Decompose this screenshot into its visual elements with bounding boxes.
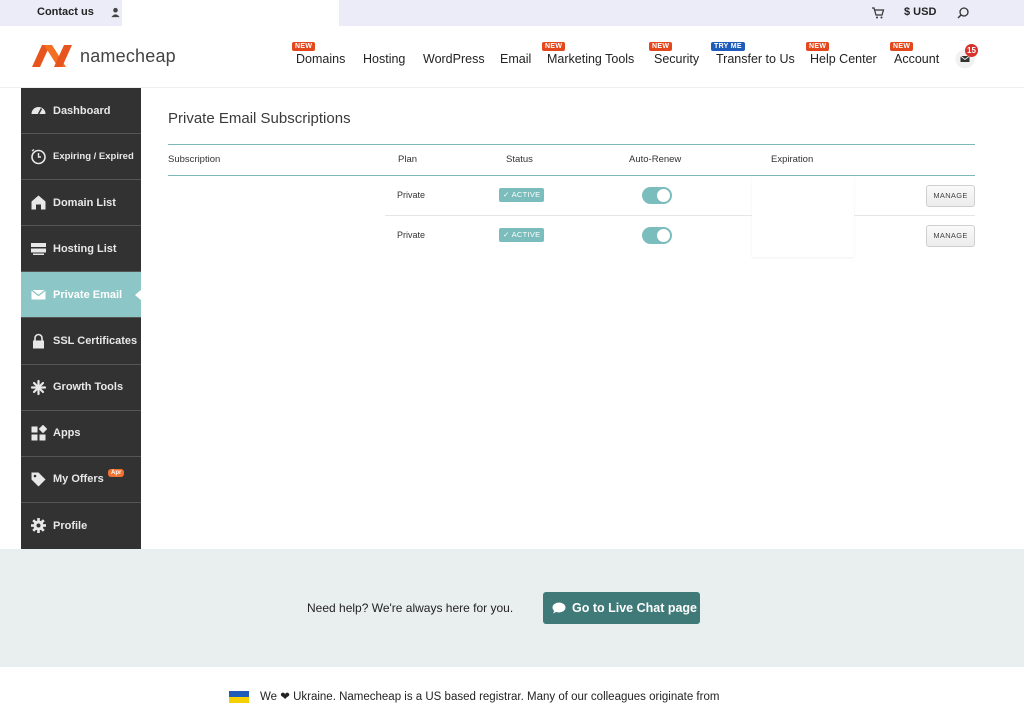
table-row: Private ✓ ACTIVE MANAGE [168,176,975,216]
manage-button[interactable]: MANAGE [926,225,975,247]
sidebar-item-apps[interactable]: Apps [21,411,141,457]
nav-help-center[interactable]: Help Center [810,52,877,66]
sidebar: Dashboard Expiring / Expired Domain List… [21,88,142,549]
nav-wordpress[interactable]: WordPress [423,52,485,66]
sidebar-item-label: SSL Certificates [53,335,138,348]
nav-email[interactable]: Email [500,52,531,66]
top-utility-bar: Contact us $ USD [0,0,1024,26]
col-expiration[interactable]: Expiration [771,154,813,165]
status-text: ACTIVE [511,190,541,199]
main-header: namecheap NEW Domains Hosting WordPress … [0,26,1024,88]
main-nav: NEW Domains Hosting WordPress Email NEW … [0,26,1024,88]
table-header: Subscription Plan Status Auto-Renew Expi… [168,144,975,176]
nav-security-badge: NEW [649,42,673,51]
auto-renew-toggle[interactable] [642,227,672,244]
sidebar-item-label: Expiring / Expired [53,151,134,163]
table-row: Private ✓ ACTIVE MANAGE [168,216,975,256]
nav-security[interactable]: Security [654,52,699,66]
sidebar-item-private-email[interactable]: Private Email [21,272,142,319]
user-icon[interactable] [110,7,121,18]
nav-transfer-badge: TRY ME [711,42,745,51]
tag-icon [31,472,46,487]
col-plan[interactable]: Plan [398,154,417,165]
house-icon [31,195,46,210]
help-text: Need help? We're always here for you. [307,601,514,615]
offers-badge: Apr [108,468,125,477]
sidebar-item-profile[interactable]: Profile [21,503,141,549]
nav-account[interactable]: Account [894,52,939,66]
footer: We ❤ Ukraine. Namecheap is a US based re… [0,667,1024,703]
server-icon [31,243,46,256]
live-chat-button[interactable]: Go to Live Chat page [543,592,700,624]
mail-count-badge: 15 [965,44,978,57]
currency-selector[interactable]: $ USD [904,6,936,18]
live-chat-label: Go to Live Chat page [572,601,698,615]
contact-us-link[interactable]: Contact us [37,6,94,18]
auto-renew-toggle[interactable] [642,187,672,204]
sidebar-item-label: Hosting List [53,242,117,255]
status-text: ACTIVE [511,230,541,239]
nav-transfer-to-us[interactable]: Transfer to Us [716,52,795,66]
nav-domains-badge: NEW [292,42,316,51]
footer-text: We ❤ Ukraine. Namecheap is a US based re… [260,691,720,703]
nav-marketing-tools[interactable]: Marketing Tools [547,52,634,66]
nav-help-center-badge: NEW [806,42,830,51]
sidebar-item-label: Dashboard [53,104,111,117]
col-auto-renew[interactable]: Auto-Renew [629,154,681,165]
clock-icon [31,149,46,165]
sidebar-item-domain-list[interactable]: Domain List [21,180,141,227]
sidebar-item-label: Private Email [53,288,123,301]
account-search-slot[interactable] [122,0,339,26]
ukraine-flag-icon [229,691,249,703]
cart-icon[interactable] [871,6,885,20]
sidebar-item-expiring[interactable]: Expiring / Expired [21,134,141,181]
sidebar-item-label: My Offers [53,473,104,486]
row-plan: Private [397,190,426,200]
nav-marketing-badge: NEW [542,42,566,51]
sidebar-item-dashboard[interactable]: Dashboard [21,88,141,135]
gauge-icon [31,107,46,115]
row-plan: Private [397,230,426,240]
help-strip: Need help? We're always here for you. Go… [0,549,1024,667]
nav-account-badge: NEW [890,42,914,51]
gear-icon [31,518,46,534]
search-icon[interactable] [956,6,970,20]
nav-domains[interactable]: Domains [296,52,345,66]
sidebar-item-my-offers[interactable]: My Offers Apr [21,457,141,503]
chat-bubble-icon [552,602,566,614]
sidebar-item-label: Growth Tools [53,381,124,394]
lock-icon [33,333,44,349]
nav-hosting[interactable]: Hosting [363,52,405,66]
sparkle-icon [30,379,47,395]
subscriptions-table: Subscription Plan Status Auto-Renew Expi… [168,144,975,257]
status-badge: ✓ ACTIVE [499,228,545,242]
sidebar-item-label: Domain List [53,196,116,209]
apps-icon [31,424,47,441]
sidebar-item-ssl[interactable]: SSL Certificates [21,318,141,365]
sidebar-item-label: Profile [53,519,88,532]
page-title: Private Email Subscriptions [168,110,351,127]
status-badge: ✓ ACTIVE [499,188,545,202]
envelope-icon [31,289,46,300]
col-subscription[interactable]: Subscription [168,154,220,165]
sidebar-item-hosting-list[interactable]: Hosting List [21,226,141,273]
sidebar-item-label: Apps [53,427,81,440]
manage-button[interactable]: MANAGE [926,185,975,207]
col-status[interactable]: Status [506,154,533,165]
sidebar-item-growth-tools[interactable]: Growth Tools [21,365,141,411]
